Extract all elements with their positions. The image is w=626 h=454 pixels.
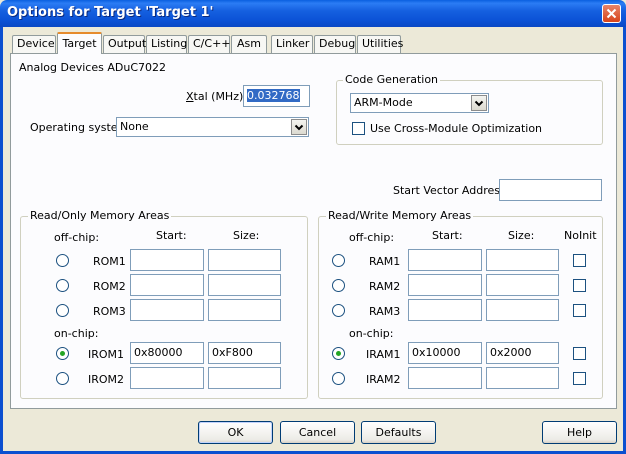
iram2-start-input[interactable] <box>408 367 482 389</box>
irom2-start-input[interactable] <box>130 367 204 389</box>
ram2-start-input[interactable] <box>408 274 482 296</box>
os-select[interactable]: None <box>116 117 309 137</box>
rom1-radio[interactable] <box>56 254 69 267</box>
code-mode-dropdown-button[interactable] <box>471 95 487 111</box>
ram-onchip-label: on-chip: <box>349 327 394 340</box>
iram1-noinit-checkbox[interactable] <box>573 347 586 360</box>
tab-listing[interactable]: Listing <box>146 35 187 53</box>
start-vector-label: Start Vector Address: <box>393 184 510 197</box>
ram1-radio[interactable] <box>332 254 345 267</box>
irom2-size-input[interactable] <box>208 367 281 389</box>
ok-button[interactable]: OK <box>198 421 273 444</box>
ram-size-header: Size: <box>508 229 535 242</box>
rom3-start-input[interactable] <box>130 299 204 321</box>
iram1-radio[interactable] <box>332 347 345 360</box>
ram3-noinit-checkbox[interactable] <box>573 304 586 317</box>
tab-linker[interactable]: Linker <box>271 35 313 53</box>
rom2-start-input[interactable] <box>130 274 204 296</box>
iram2-noinit-checkbox[interactable] <box>573 372 586 385</box>
rom-offchip-label: off-chip: <box>54 231 100 244</box>
code-generation-title: Code Generation <box>343 73 441 86</box>
rom3-label: ROM3 <box>93 305 126 318</box>
xtal-label: Xtal (MHz): <box>186 90 247 103</box>
ram3-label: RAM3 <box>369 305 401 318</box>
rom2-radio[interactable] <box>56 279 69 292</box>
window-title: Options for Target 'Target 1' <box>7 5 214 20</box>
ram1-noinit-checkbox[interactable] <box>573 254 586 267</box>
irom1-start-input[interactable]: 0x80000 <box>130 342 204 364</box>
rom-group-title: Read/Only Memory Areas <box>28 209 172 222</box>
rom3-size-input[interactable] <box>208 299 281 321</box>
chevron-down-icon <box>294 124 304 131</box>
rom1-label: ROM1 <box>93 255 126 268</box>
rom-onchip-label: on-chip: <box>54 327 99 340</box>
code-mode-select[interactable]: ARM-Mode <box>350 93 489 113</box>
chevron-down-icon <box>474 100 484 107</box>
close-icon <box>606 8 617 19</box>
ram1-label: RAM1 <box>369 255 401 268</box>
tab-target[interactable]: Target <box>57 32 102 54</box>
ram-noinit-header: NoInit <box>564 229 597 242</box>
xtal-input[interactable]: 0.032768 <box>243 85 310 107</box>
os-dropdown-button[interactable] <box>291 119 307 135</box>
device-name: Analog Devices ADuC7022 <box>19 61 166 74</box>
ram1-size-input[interactable] <box>486 249 559 271</box>
cross-module-checkbox[interactable] <box>352 122 365 135</box>
defaults-button[interactable]: Defaults <box>361 421 436 444</box>
rom1-size-input[interactable] <box>208 249 281 271</box>
ram2-label: RAM2 <box>369 280 401 293</box>
tab-c-cpp[interactable]: C/C++ <box>188 35 231 53</box>
tab-asm[interactable]: Asm <box>231 35 267 53</box>
code-mode-value: ARM-Mode <box>354 96 413 109</box>
iram1-start-input[interactable]: 0x10000 <box>408 342 482 364</box>
rom1-start-input[interactable] <box>130 249 204 271</box>
ram2-size-input[interactable] <box>486 274 559 296</box>
iram2-radio[interactable] <box>332 372 345 385</box>
tab-output[interactable]: Output <box>103 35 146 53</box>
irom1-radio[interactable] <box>56 347 69 360</box>
ram1-start-input[interactable] <box>408 249 482 271</box>
rom3-radio[interactable] <box>56 304 69 317</box>
ram2-radio[interactable] <box>332 279 345 292</box>
tab-debug[interactable]: Debug <box>314 35 356 53</box>
rom-size-header: Size: <box>233 229 260 242</box>
iram2-size-input[interactable] <box>486 367 559 389</box>
ram3-radio[interactable] <box>332 304 345 317</box>
close-button[interactable] <box>602 4 621 23</box>
cancel-button[interactable]: Cancel <box>280 421 355 444</box>
help-button[interactable]: Help <box>542 421 617 444</box>
iram2-label: IRAM2 <box>366 373 401 386</box>
cross-module-label: Use Cross-Module Optimization <box>370 122 543 135</box>
tab-device[interactable]: Device <box>12 35 56 53</box>
ram-group-title: Read/Write Memory Areas <box>326 209 474 222</box>
tab-utilities[interactable]: Utilities <box>357 35 403 53</box>
iram1-size-input[interactable]: 0x2000 <box>486 342 559 364</box>
ram3-size-input[interactable] <box>486 299 559 321</box>
window-frame-left <box>0 27 3 454</box>
irom1-size-input[interactable]: 0xF800 <box>208 342 281 364</box>
ram-start-header: Start: <box>432 229 463 242</box>
rom-start-header: Start: <box>156 229 187 242</box>
ram-offchip-label: off-chip: <box>349 231 395 244</box>
start-vector-input[interactable] <box>499 179 602 201</box>
rom2-label: ROM2 <box>93 280 126 293</box>
irom1-label: IROM1 <box>88 348 125 361</box>
iram1-label: IRAM1 <box>366 348 401 361</box>
os-select-value: None <box>120 120 149 133</box>
irom2-radio[interactable] <box>56 372 69 385</box>
ram2-noinit-checkbox[interactable] <box>573 279 586 292</box>
irom2-label: IROM2 <box>88 373 125 386</box>
ram3-start-input[interactable] <box>408 299 482 321</box>
rom2-size-input[interactable] <box>208 274 281 296</box>
